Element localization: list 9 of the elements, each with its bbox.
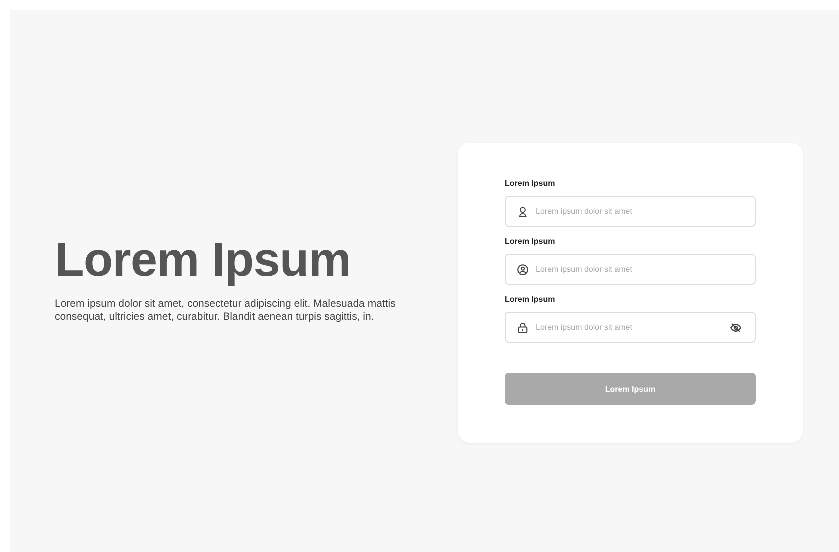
field-label: Lorem Ipsum <box>505 237 556 246</box>
field-label: Lorem Ipsum <box>505 179 556 188</box>
input-field[interactable]: Lorem ipsum dolor sit amet <box>505 196 756 227</box>
eye-off-icon[interactable] <box>730 322 742 334</box>
hero-title: Lorem Ipsum <box>55 233 352 288</box>
hero-text: Lorem ipsum dolor sit amet, consectetur adipiscing elit. Malesuada mattis consequat, ultricies amet, curabitur. Blandit aenean turpis sagittis, in. <box>55 298 397 324</box>
input-field[interactable]: Lorem ipsum dolor sit amet <box>505 312 756 343</box>
input-field[interactable]: Lorem ipsum dolor sit amet <box>505 254 756 285</box>
field-label: Lorem Ipsum <box>505 295 556 304</box>
